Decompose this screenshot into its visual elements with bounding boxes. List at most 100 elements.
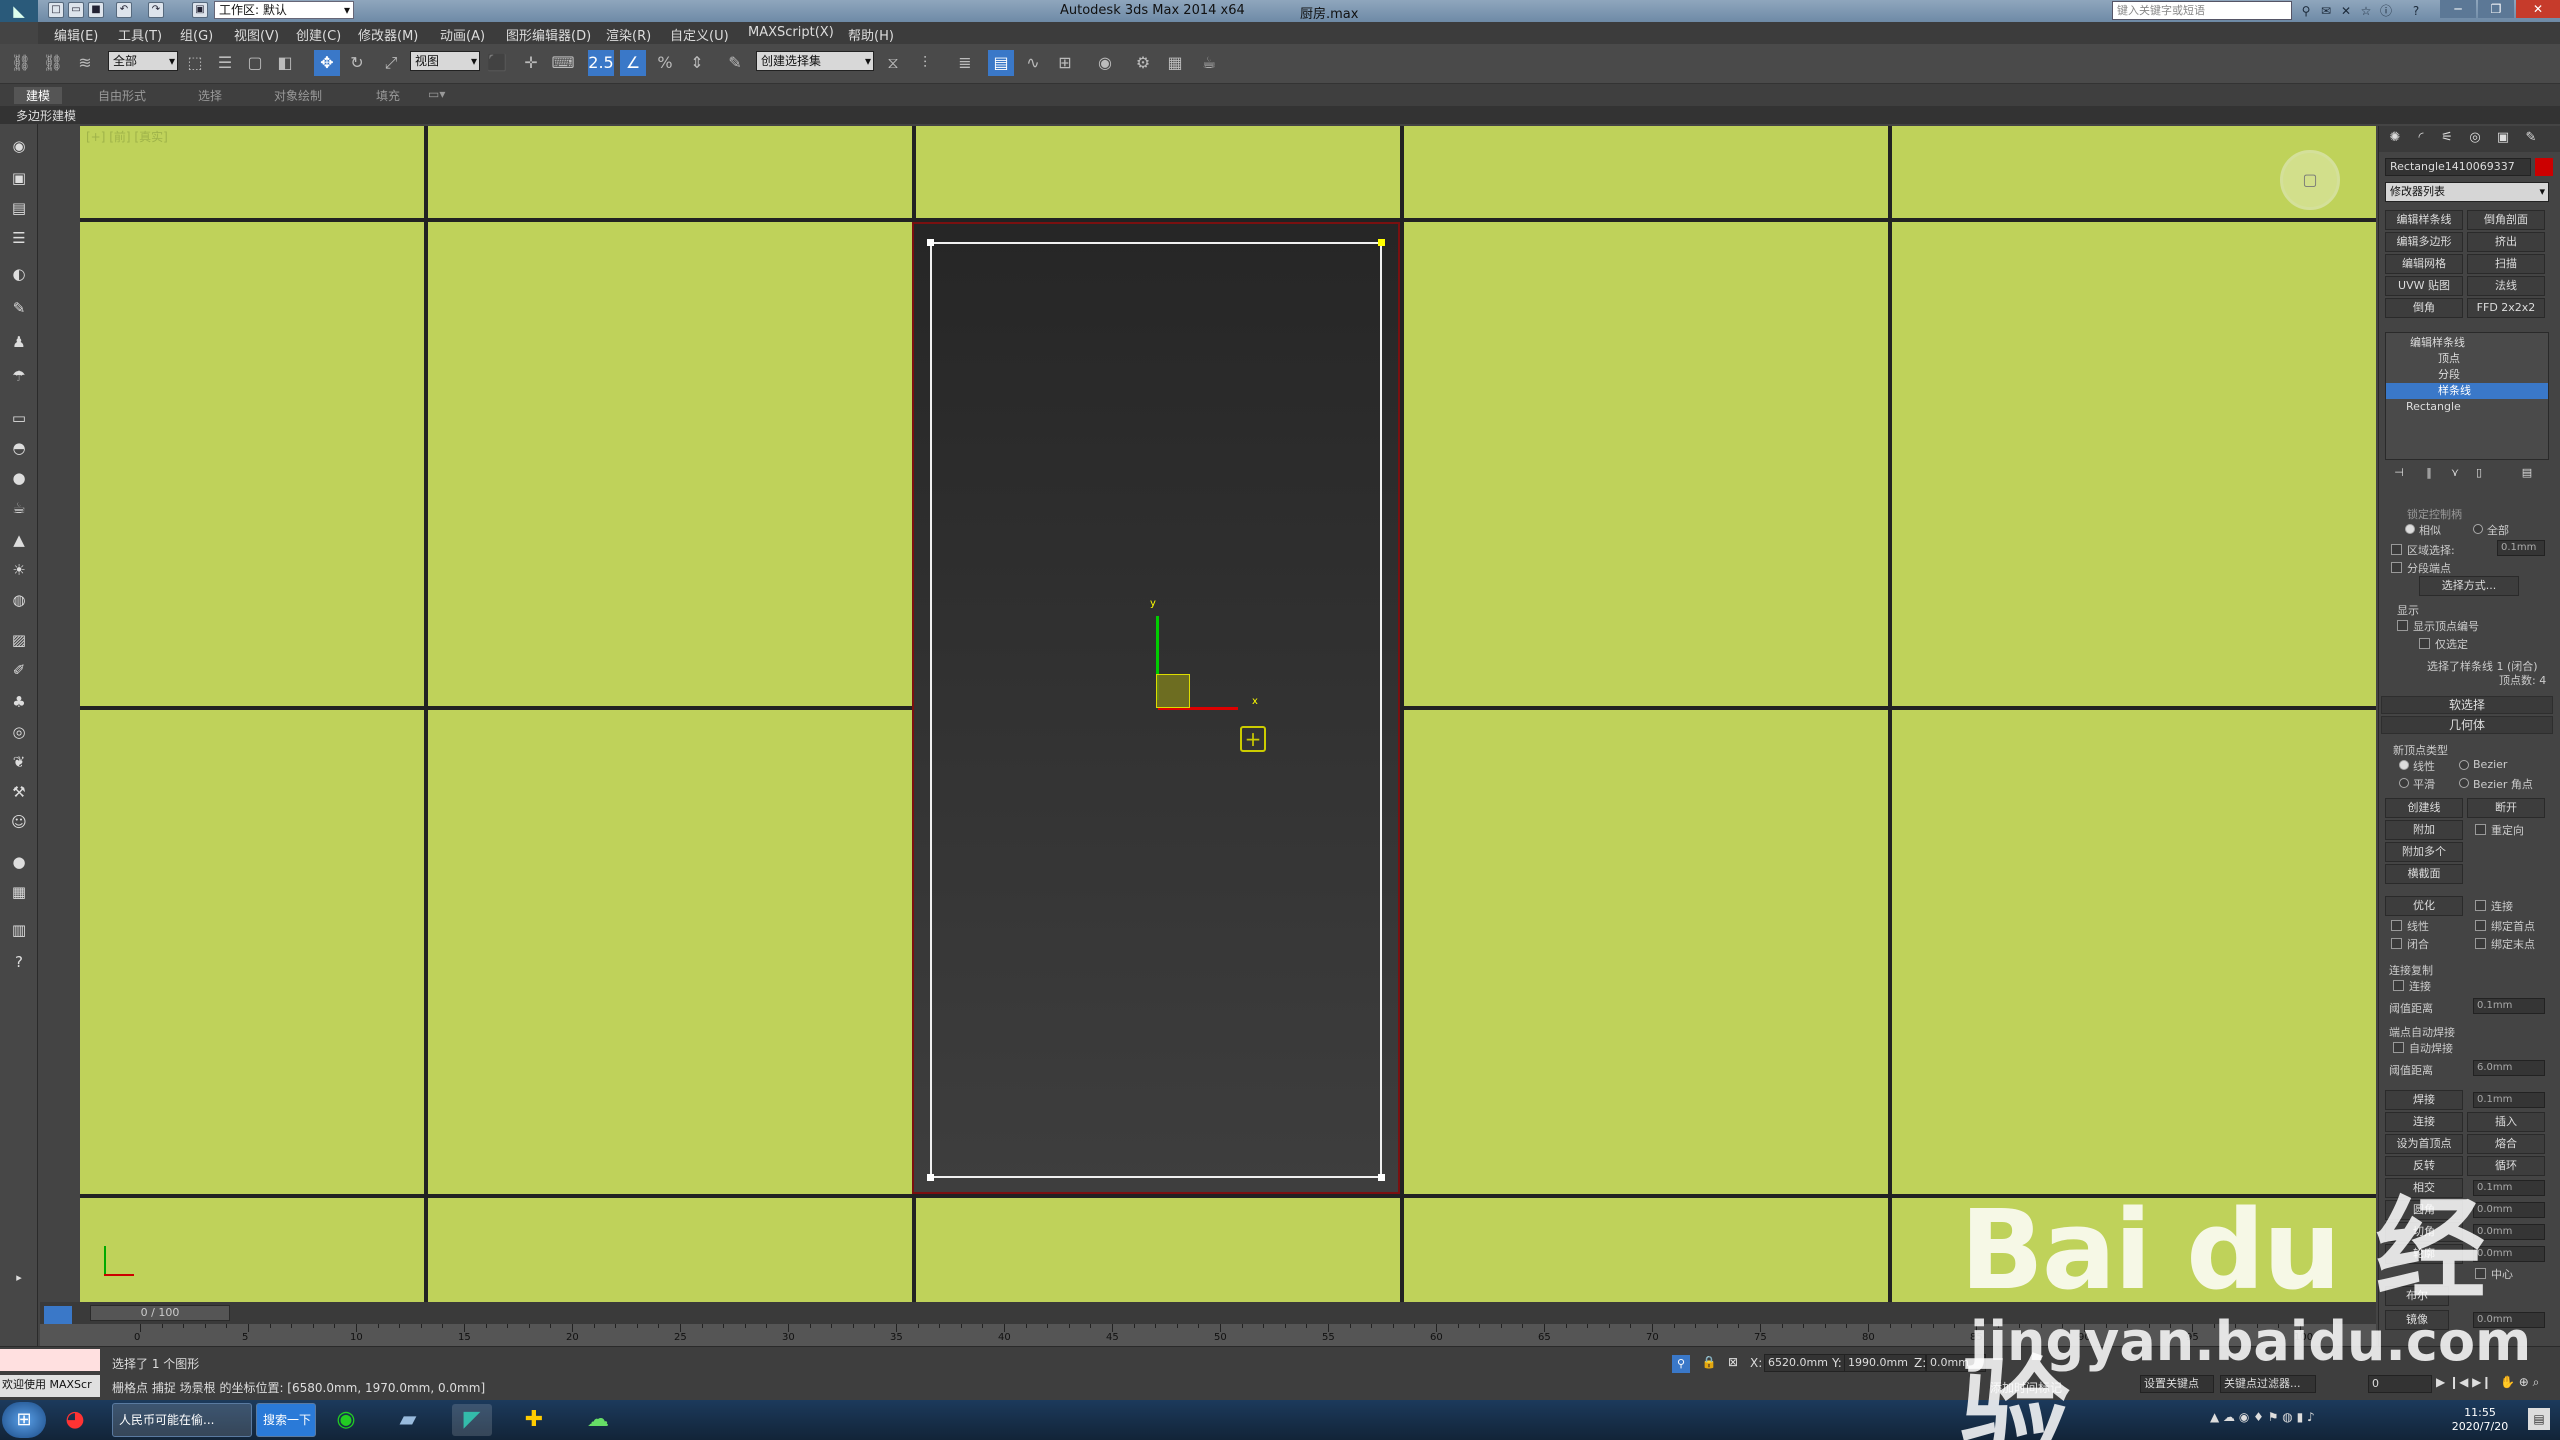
front-viewport[interactable]: y x + ▢: [80, 126, 2376, 1302]
manager-pin-icon[interactable]: ✚: [514, 1404, 554, 1436]
tab-populate[interactable]: 填充: [376, 87, 400, 104]
geometry-rollout[interactable]: 几何体: [2381, 716, 2553, 734]
window-crossing-icon[interactable]: ◧: [272, 50, 298, 76]
task-browser[interactable]: 人民币可能在偷...: [112, 1403, 252, 1437]
mod-bevel-button[interactable]: 倒角: [2385, 298, 2463, 318]
tab-freeform[interactable]: 自由形式: [98, 87, 146, 104]
display-icon[interactable]: ▣: [7, 166, 31, 190]
percent-snap-icon[interactable]: %: [652, 50, 678, 76]
app-pin-icon[interactable]: ◕: [60, 1404, 90, 1436]
menu-view[interactable]: 视图(V): [234, 25, 279, 44]
auto-weld-checkbox[interactable]: [2393, 1042, 2404, 1053]
selection-filter-dropdown[interactable]: 全部 ▾: [108, 51, 178, 71]
create-line-button[interactable]: 创建线: [2385, 798, 2463, 818]
tab-modeling[interactable]: 建模: [14, 87, 63, 104]
fuse-button[interactable]: 熔合: [2467, 1134, 2545, 1154]
link-icon[interactable]: ⛓: [8, 50, 34, 76]
show-end-result-icon[interactable]: ‖: [2419, 466, 2439, 484]
brush-icon[interactable]: ✎: [7, 296, 31, 320]
stack-item-segment[interactable]: 分段: [2386, 367, 2548, 383]
selected-only-checkbox[interactable]: [2419, 638, 2430, 649]
open-file-icon[interactable]: ▭: [68, 2, 84, 18]
app-logo-icon[interactable]: ◣: [0, 0, 38, 22]
show-vertex-numbers-checkbox[interactable]: [2397, 620, 2408, 631]
linear-radio[interactable]: [2399, 760, 2409, 770]
start-button[interactable]: ⊞: [2, 1402, 46, 1438]
vertex-handle[interactable]: [927, 239, 934, 246]
rect-selection-icon[interactable]: ▢: [242, 50, 268, 76]
globe-icon[interactable]: ◎: [7, 720, 31, 744]
rendered-frame-icon[interactable]: ▦: [1162, 50, 1188, 76]
material-ball-icon[interactable]: ●: [7, 850, 31, 874]
notification-icon[interactable]: ▤: [2528, 1408, 2550, 1430]
layer-manager-icon[interactable]: ≣: [952, 50, 978, 76]
connect-copy-checkbox[interactable]: [2393, 980, 2404, 991]
tree-icon[interactable]: ♣: [7, 690, 31, 714]
ribbon-sub-label[interactable]: 多边形建模: [16, 107, 76, 124]
motion-tab-icon[interactable]: ◎: [2465, 130, 2485, 148]
display-tab-icon[interactable]: ▣: [2493, 130, 2513, 148]
refine-button[interactable]: 优化: [2385, 896, 2463, 916]
ribbon-toggle-icon[interactable]: ▭▾: [428, 87, 445, 101]
bind-spacewarp-icon[interactable]: ≋: [72, 50, 98, 76]
maximize-button[interactable]: ❐: [2478, 0, 2514, 18]
mod-edit-spline-button[interactable]: 编辑样条线: [2385, 210, 2463, 230]
closed-checkbox[interactable]: [2391, 938, 2402, 949]
hierarchy-tab-icon[interactable]: ⚟: [2437, 130, 2457, 148]
attach-multiple-button[interactable]: 附加多个: [2385, 842, 2463, 862]
close-x-icon[interactable]: ✕: [2338, 3, 2354, 19]
mod-edit-poly-button[interactable]: 编辑多边形: [2385, 232, 2463, 252]
workspace-dropdown[interactable]: 工作区: 默认 ▾: [214, 1, 354, 19]
maxscript-listener-mini[interactable]: [0, 1349, 100, 1371]
menu-rendering[interactable]: 渲染(R): [606, 25, 651, 44]
new-file-icon[interactable]: □: [48, 2, 64, 18]
create-tab-icon[interactable]: ✺: [2385, 130, 2405, 148]
list-icon[interactable]: ☰: [7, 226, 31, 250]
hatch-icon[interactable]: ▨: [7, 628, 31, 652]
isolate-icon[interactable]: ⚲: [1672, 1355, 1690, 1373]
linear2-checkbox[interactable]: [2391, 920, 2402, 931]
utilities-tab-icon[interactable]: ✎: [2521, 130, 2541, 148]
menu-customize[interactable]: 自定义(U): [670, 25, 729, 44]
select-by-name-icon[interactable]: ☰: [212, 50, 238, 76]
stack-item-edit-spline[interactable]: 编辑样条线: [2386, 335, 2548, 351]
align-icon[interactable]: ⫶: [912, 50, 938, 76]
mirror-icon[interactable]: ⧖: [880, 50, 906, 76]
communication-icon[interactable]: ✉: [2318, 3, 2334, 19]
graphite-toggle-icon[interactable]: ▤: [988, 50, 1014, 76]
threshold-field[interactable]: 0.1mm: [2473, 998, 2545, 1014]
menu-help[interactable]: 帮助(H): [848, 25, 894, 44]
mod-bevel-profile-button[interactable]: 倒角剖面: [2467, 210, 2545, 230]
time-slider[interactable]: 0 / 100: [90, 1305, 230, 1321]
bezier-corner-radio[interactable]: [2459, 778, 2469, 788]
expand-arrow-icon[interactable]: ▸: [7, 1266, 31, 1290]
connect-checkbox[interactable]: [2475, 900, 2486, 911]
bind-first-checkbox[interactable]: [2475, 920, 2486, 931]
explorer-pin-icon[interactable]: ▰: [388, 1404, 428, 1436]
configure-sets-icon[interactable]: ▤: [2517, 466, 2537, 484]
binoculars-icon[interactable]: ⚲: [2298, 3, 2314, 19]
help-search-input[interactable]: 键入关键字或短语: [2112, 1, 2292, 20]
help-icon[interactable]: ?: [2408, 3, 2424, 19]
mod-uvw-map-button[interactable]: UVW 贴图: [2385, 276, 2463, 296]
sphere-icon[interactable]: ●: [7, 466, 31, 490]
reorient-checkbox[interactable]: [2475, 824, 2486, 835]
spinner-snap-icon[interactable]: ⇕: [684, 50, 710, 76]
palette-icon[interactable]: ◐: [7, 262, 31, 286]
close-button[interactable]: ✕: [2516, 0, 2560, 18]
reference-coord-dropdown[interactable]: 视图 ▾: [410, 51, 480, 71]
eye-icon[interactable]: ◉: [7, 134, 31, 158]
select-move-icon[interactable]: ✥: [314, 50, 340, 76]
segment-end-checkbox[interactable]: [2391, 562, 2402, 573]
area-select-field[interactable]: 0.1mm: [2497, 540, 2545, 556]
vertex-handle[interactable]: [1378, 239, 1385, 246]
edit-named-selection-icon[interactable]: ✎: [722, 50, 748, 76]
schematic-view-icon[interactable]: ⊞: [1052, 50, 1078, 76]
smooth-radio[interactable]: [2399, 778, 2409, 788]
tab-selection[interactable]: 选择: [198, 87, 222, 104]
menu-tools[interactable]: 工具(T): [118, 25, 162, 44]
cone-icon[interactable]: ▲: [7, 528, 31, 552]
spline-outline[interactable]: [930, 242, 1382, 1178]
vertex-handle[interactable]: [1378, 1174, 1385, 1181]
cross-section-button[interactable]: 横截面: [2385, 864, 2463, 884]
